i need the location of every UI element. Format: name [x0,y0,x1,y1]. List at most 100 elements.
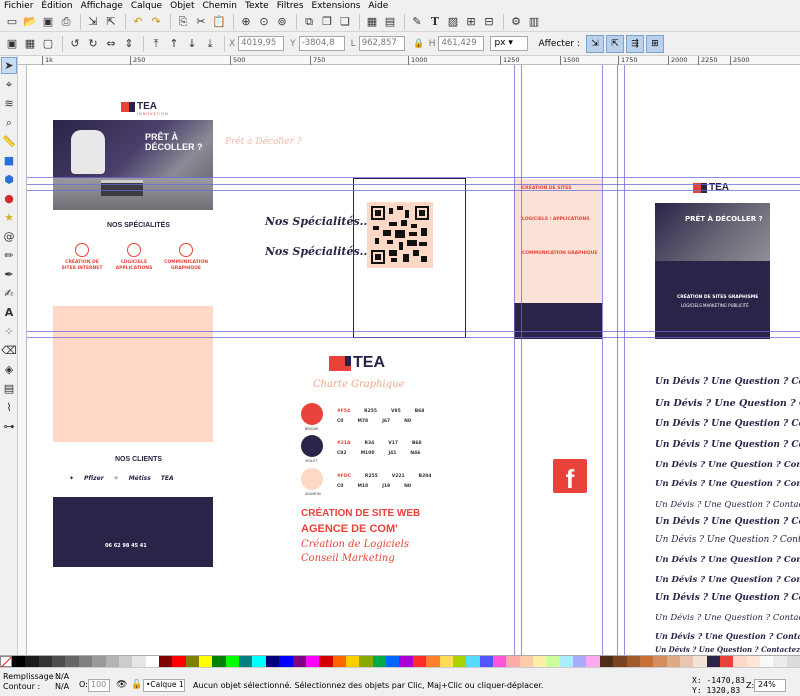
new-document-icon[interactable]: ▭ [4,14,20,30]
undo-icon[interactable]: ↶ [130,14,146,30]
palette-swatch[interactable] [559,656,574,667]
palette-swatch[interactable] [118,656,133,667]
transform-icon[interactable]: ⊟ [481,14,497,30]
palette-swatch[interactable] [212,656,226,667]
lower-to-bottom-icon[interactable]: ⤓ [202,36,218,52]
import-icon[interactable]: ⇲ [85,14,101,30]
guide-horizontal[interactable] [27,337,800,338]
palette-swatch[interactable] [626,656,640,667]
guide-horizontal[interactable] [27,331,800,332]
palette-swatch[interactable] [452,656,467,667]
palette-swatch[interactable] [746,656,761,667]
palette-swatch[interactable] [105,656,119,667]
menu-affichage[interactable]: Affichage [77,0,127,12]
menu-extensions[interactable]: Extensions [308,0,365,12]
pen-tool-icon[interactable]: ✒ [1,266,17,283]
zoom-tool-icon[interactable]: ⌕ [1,114,17,131]
palette-swatch[interactable] [305,656,320,667]
text-tool-icon[interactable]: A [1,304,17,321]
palette-swatch[interactable] [386,656,400,667]
fill-stroke-icon[interactable]: ✎ [409,14,425,30]
align-distribute-icon[interactable]: ⊞ [463,14,479,30]
menu-filtres[interactable]: Filtres [273,0,308,12]
open-icon[interactable]: 📂 [22,14,38,30]
palette-swatch[interactable] [586,656,600,667]
palette-swatch[interactable] [185,656,200,667]
palette-swatch[interactable] [359,656,373,667]
copy-icon[interactable]: ⎘ [175,14,191,30]
menu-texte[interactable]: Texte [241,0,273,12]
paste-icon[interactable]: 📋 [211,14,227,30]
connector-tool-icon[interactable]: ⊶ [1,418,17,435]
menu-fichier[interactable]: Fichier [0,0,37,12]
palette-swatch[interactable] [292,656,306,667]
deselect-icon[interactable]: ▢ [40,36,56,52]
lower-icon[interactable]: ↓ [184,36,200,52]
layer-lock-icon[interactable]: 🔓 [131,680,142,690]
guide-horizontal[interactable] [27,177,800,178]
palette-swatch[interactable] [158,656,173,667]
palette-swatch[interactable] [733,656,747,667]
export-icon[interactable]: ⇱ [103,14,119,30]
palette-swatch[interactable] [426,656,440,667]
palette-swatch[interactable] [145,656,159,667]
move-gradients-icon[interactable]: ⇶ [625,34,644,53]
palette-swatch[interactable] [225,656,240,667]
print-icon[interactable]: ⎙ [58,14,74,30]
palette-swatch[interactable] [12,656,26,667]
palette-swatch[interactable] [760,656,774,667]
node-tool-icon[interactable]: ⌖ [1,76,17,93]
palette-swatch[interactable] [599,656,614,667]
raise-icon[interactable]: ↑ [166,36,182,52]
redo-icon[interactable]: ↷ [148,14,164,30]
preferences-icon[interactable]: ⚙ [508,14,524,30]
xml-editor-icon[interactable]: ▨ [445,14,461,30]
bucket-tool-icon[interactable]: ◈ [1,361,17,378]
guide-vertical[interactable] [624,65,625,655]
menu-objet[interactable]: Objet [166,0,198,12]
palette-swatch[interactable] [466,656,480,667]
palette-swatch[interactable] [639,656,654,667]
palette-swatch[interactable] [332,656,346,667]
spiral-tool-icon[interactable]: @ [1,228,17,245]
unlink-clone-icon[interactable]: ❏ [337,14,353,30]
palette-swatch[interactable] [666,656,680,667]
menu-calque[interactable]: Calque [127,0,166,12]
guide-horizontal[interactable] [27,184,800,185]
zoom-selection-icon[interactable]: ⊕ [238,14,254,30]
save-icon[interactable]: ▣ [40,14,56,30]
document-properties-icon[interactable]: ▥ [526,14,542,30]
palette-swatch[interactable] [439,656,453,667]
palette-swatch[interactable] [239,656,253,667]
layer-select[interactable]: •Calque 1 [143,679,185,692]
palette-swatch[interactable] [199,656,213,667]
clone-icon[interactable]: ❐ [319,14,335,30]
move-patterns-icon[interactable]: ⊞ [645,34,664,53]
palette-swatch[interactable] [546,656,560,667]
x-input[interactable]: 4019,95 [238,36,285,51]
palette-swatch[interactable] [613,656,627,667]
ungroup-icon[interactable]: ▤ [382,14,398,30]
opacity-input[interactable]: 100 [88,679,110,692]
pencil-tool-icon[interactable]: ✏ [1,247,17,264]
palette-swatch[interactable] [265,656,280,667]
group-icon[interactable]: ▦ [364,14,380,30]
palette-swatch[interactable] [279,656,293,667]
calligraphy-tool-icon[interactable]: ✍ [1,285,17,302]
height-input[interactable]: 461,429 [438,36,485,51]
rotate-cw-icon[interactable]: ↻ [85,36,101,52]
guide-vertical[interactable] [514,65,515,655]
unit-select[interactable]: px ▾ [490,36,529,51]
cut-icon[interactable]: ✂ [193,14,209,30]
measure-tool-icon[interactable]: 📏 [1,133,17,150]
menu-chemin[interactable]: Chemin [198,0,241,12]
layer-visibility-icon[interactable]: 👁 [116,680,127,690]
guide-vertical[interactable] [602,65,603,655]
selector-tool-icon[interactable]: ➤ [1,57,17,74]
scale-corners-icon[interactable]: ⇱ [605,34,624,53]
rectangle-tool-icon[interactable]: ■ [1,152,17,169]
stroke-value[interactable]: N/A [55,682,69,692]
palette-swatch[interactable] [252,656,266,667]
flip-horizontal-icon[interactable]: ⇔ [103,36,119,52]
fill-value[interactable]: N/A [55,672,69,682]
